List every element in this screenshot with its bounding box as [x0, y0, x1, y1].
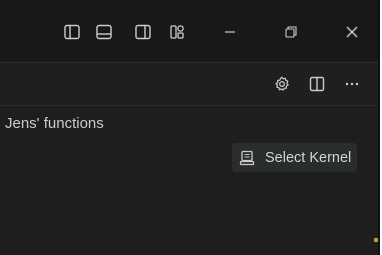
- gear-icon[interactable]: [272, 74, 292, 94]
- more-actions-icon[interactable]: [342, 74, 362, 94]
- vscode-window: Jens' functions Select Kernel: [0, 0, 380, 255]
- close-icon[interactable]: [342, 22, 362, 42]
- select-kernel-button[interactable]: Select Kernel: [232, 143, 358, 172]
- title-bar: [0, 0, 378, 63]
- notebook-editor: Jens' functions Select Kernel: [0, 106, 378, 255]
- toggle-secondary-sidebar-icon[interactable]: [133, 22, 153, 42]
- select-kernel-label: Select Kernel: [265, 149, 352, 166]
- kernel-icon: [236, 147, 258, 169]
- minimize-icon[interactable]: [220, 22, 240, 42]
- toggle-panel-icon[interactable]: [94, 22, 114, 42]
- restore-icon[interactable]: [281, 22, 301, 42]
- notebook-cell-text: Jens' functions: [5, 115, 104, 132]
- split-editor-icon[interactable]: [307, 74, 327, 94]
- status-indicator: [374, 238, 378, 242]
- customize-layout-icon[interactable]: [167, 22, 187, 42]
- editor-toolbar: [0, 63, 378, 106]
- toggle-primary-sidebar-icon[interactable]: [62, 22, 82, 42]
